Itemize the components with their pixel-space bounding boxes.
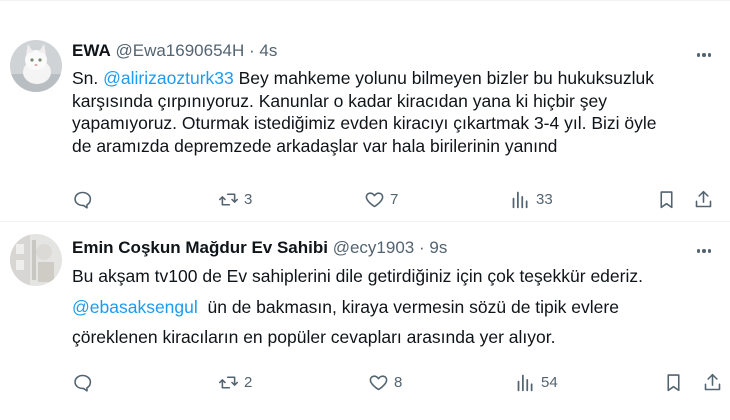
bookmark-button[interactable] (663, 370, 684, 394)
retweet-count: 3 (244, 190, 253, 208)
retweet-button[interactable]: 2 (218, 370, 252, 394)
share-button[interactable] (702, 370, 723, 394)
views-count: 54 (541, 373, 558, 391)
bookmark-icon (656, 189, 677, 210)
tweet-text-line: karşısında çırpınıyoruz. Kanunlar o kada… (72, 90, 607, 111)
like-count: 7 (390, 190, 399, 208)
like-button[interactable]: 8 (368, 370, 402, 394)
timestamp[interactable]: 9s (429, 238, 447, 257)
reply-icon (72, 372, 93, 393)
views-button[interactable]: 54 (515, 370, 558, 394)
avatar[interactable] (10, 40, 62, 92)
like-button[interactable]: 7 (364, 187, 398, 211)
reply-icon (72, 189, 93, 210)
tweet[interactable]: Emin Coşkun Mağdur Ev Sahibi @ecy1903 · … (0, 222, 730, 420)
separator-dot: · (418, 238, 425, 257)
like-icon (368, 372, 389, 393)
user-handle[interactable]: @Ewa1690654H (115, 41, 244, 60)
tweet-text-line: Sn. @alirizaozturk33 Bey mahkeme yolunu … (72, 68, 654, 88)
tweet-text-line: @ebasaksengul ün de bakmasın, kiraya ver… (72, 296, 619, 317)
action-bar: 2 8 54 (70, 370, 723, 394)
tweet-text-line: Bu akşam tv100 de Ev sahiplerini dile ge… (72, 266, 643, 286)
share-button[interactable] (693, 187, 714, 211)
bookmark-button[interactable] (656, 187, 677, 211)
bookmark-icon (663, 372, 684, 393)
mention-link[interactable]: @ebasaksengul (72, 297, 198, 317)
tweet-header: EWA @Ewa1690654H · 4s (72, 41, 277, 61)
tweet-text-line: yapamıyoruz. Oturmak istediğimiz evden k… (72, 113, 657, 133)
mention-link[interactable]: @alirizaozturk33 (103, 68, 234, 88)
timestamp[interactable]: 4s (259, 41, 277, 60)
more-icon[interactable] (694, 45, 714, 65)
separator-dot: · (249, 41, 255, 60)
retweet-icon (218, 189, 239, 210)
views-icon (515, 372, 536, 393)
share-icon (702, 372, 723, 393)
display-name[interactable]: Emin Coşkun Mağdur Ev Sahibi (72, 238, 328, 257)
tweet-text-line: çöreklenen kiracıların en popüler cevapl… (72, 327, 556, 347)
display-name[interactable]: EWA (72, 41, 111, 60)
reply-button[interactable] (72, 370, 98, 394)
like-count: 8 (394, 373, 403, 391)
more-icon[interactable] (694, 241, 714, 261)
share-icon (693, 189, 714, 210)
action-bar: 3 7 33 (70, 187, 720, 211)
retweet-icon (218, 372, 239, 393)
retweet-button[interactable]: 3 (218, 187, 252, 211)
views-button[interactable]: 33 (510, 187, 553, 211)
user-handle[interactable]: @ecy1903 (333, 238, 415, 257)
like-icon (364, 189, 385, 210)
avatar[interactable] (10, 234, 62, 286)
views-icon (510, 189, 531, 210)
tweet-text-line: de aramızda depremzede arkadaşlar var ha… (72, 135, 558, 156)
tweet-text: Bu akşam tv100 de Ev sahiplerini dile ge… (72, 265, 720, 349)
reply-button[interactable] (72, 187, 98, 211)
views-count: 33 (536, 190, 553, 208)
tweet[interactable]: EWA @Ewa1690654H · 4s Sn. @alirizaozturk… (0, 0, 730, 222)
tweet-text: Sn. @alirizaozturk33 Bey mahkeme yolunu … (72, 67, 720, 157)
tweet-header: Emin Coşkun Mağdur Ev Sahibi @ecy1903 · … (72, 238, 447, 258)
retweet-count: 2 (244, 373, 253, 391)
